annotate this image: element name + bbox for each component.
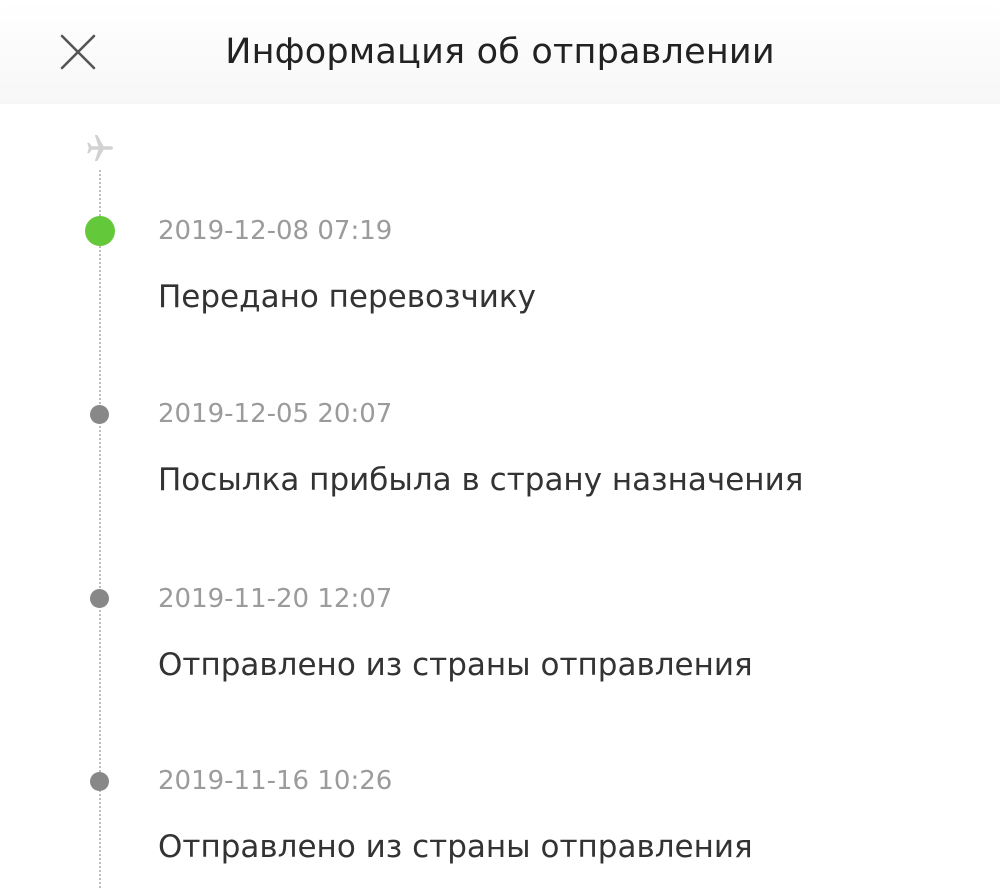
event-status: Посылка прибыла в страну назначения (158, 462, 804, 498)
event-date: 2019-12-05 20:07 (158, 399, 393, 429)
current-status-dot (85, 216, 115, 246)
event-date: 2019-11-20 12:07 (158, 584, 393, 614)
page-title: Информация об отправлении (225, 32, 775, 72)
event-date: 2019-12-08 07:19 (158, 216, 393, 246)
event-status: Передано перевозчику (158, 279, 536, 315)
plane-icon (84, 132, 116, 164)
past-status-dot (90, 405, 109, 424)
shipment-info-sheet: Информация об отправлении 2019-12-08 07:… (0, 0, 1000, 888)
event-status: Отправлено из страны отправления (158, 647, 753, 683)
event-date: 2019-11-16 10:26 (158, 766, 393, 796)
past-status-dot (90, 772, 109, 791)
past-status-dot (90, 589, 109, 608)
event-status: Отправлено из страны отправления (158, 829, 753, 865)
header: Информация об отправлении (0, 0, 1000, 104)
